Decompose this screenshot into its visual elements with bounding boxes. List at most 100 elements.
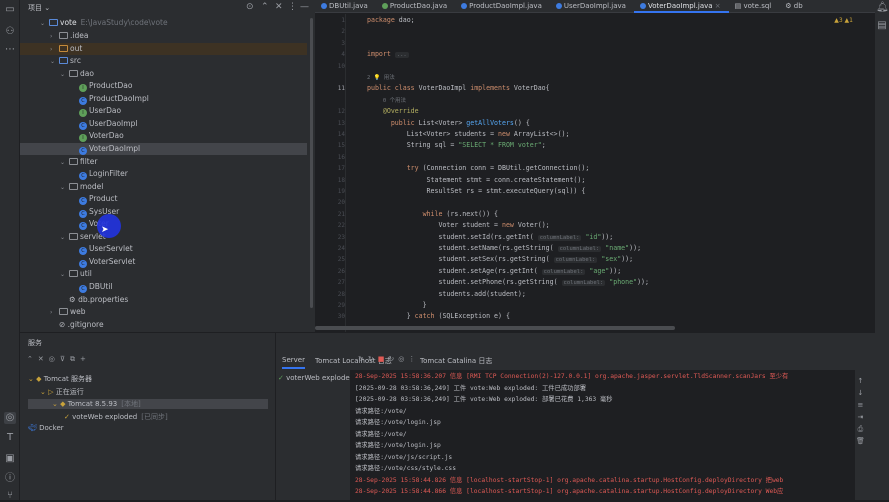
console-line: 请求路径:/vote/css/style.css: [355, 465, 457, 472]
console-output[interactable]: 28-Sep-2025 15:58:36.207 信息 [RMI TCP Con…: [350, 370, 855, 500]
code-line[interactable]: 0 个用法: [367, 96, 406, 104]
editor-tab[interactable]: VoterDaoImpl.java ×: [633, 0, 729, 13]
notifications-icon[interactable]: 🔔︎: [876, 2, 889, 14]
terminal-icon[interactable]: ▣: [4, 453, 16, 465]
service-tree-item[interactable]: ✓ voteWeb exploded [已同步]: [64, 412, 168, 422]
root-path: E:\JavaStudy\code\vote: [80, 18, 168, 27]
service-tab[interactable]: Server: [282, 356, 305, 369]
inspection-widget[interactable]: ▲3 ▲1: [834, 17, 853, 24]
services-icon[interactable]: ◎: [4, 412, 16, 424]
project-scrollbar[interactable]: [310, 18, 313, 308]
tree-item[interactable]: ⌄ src: [20, 55, 307, 67]
chevron-down-icon[interactable]: ⌄: [60, 157, 69, 169]
project-folder-icon[interactable]: ▭: [4, 4, 16, 16]
code-line[interactable]: students.add(student);: [367, 290, 525, 298]
tree-item[interactable]: ⌄ servlet: [20, 231, 307, 243]
chevron-down-icon[interactable]: ⌄: [60, 69, 69, 81]
service-tree-item[interactable]: ⌄ ▷ 正在运行: [40, 387, 84, 397]
service-tree-item[interactable]: ⌄ ◆ Tomcat 8.5.93 [本地]: [28, 399, 268, 410]
tree-item[interactable]: I ProductDao: [20, 80, 307, 93]
chevron-right-icon[interactable]: ›: [50, 44, 59, 56]
code-line[interactable]: ResultSet rs = stmt.executeQuery(sql)) {: [367, 187, 586, 195]
close-tab-icon[interactable]: ×: [713, 2, 721, 10]
editor-tab[interactable]: ProductDaoImpl.java: [455, 0, 550, 13]
code-line[interactable]: Statement stmt = conn.createStatement();: [367, 176, 586, 184]
tree-item[interactable]: ⌄ util: [20, 268, 307, 280]
tree-item[interactable]: C VoterServlet: [20, 256, 307, 268]
chevron-down-icon[interactable]: ⌄: [60, 269, 69, 281]
code-line[interactable]: import ...: [367, 50, 409, 59]
code-line[interactable]: 2 💡 用法: [367, 73, 395, 81]
tree-item[interactable]: C UserDaoImpl: [20, 118, 307, 130]
structure-icon[interactable]: ⚇: [4, 26, 16, 38]
tree-item[interactable]: C DBUtil: [20, 281, 307, 293]
code-line[interactable]: student.setSex(rs.getString( columnLabel…: [367, 255, 633, 264]
editor-tab[interactable]: DBUtil.java: [315, 0, 376, 13]
services-toolbar[interactable]: ⌃✕◎⊽⧉+: [27, 355, 91, 364]
tree-item[interactable]: C SysUser: [20, 206, 307, 218]
tree-item[interactable]: C UserServlet: [20, 243, 307, 256]
chevron-right-icon[interactable]: ›: [50, 307, 59, 319]
git-icon[interactable]: ⑂: [4, 490, 16, 502]
service-tree-item[interactable]: 🐳︎ Docker: [28, 424, 64, 432]
chevron-down-icon[interactable]: ⌄: [50, 56, 59, 68]
code-line[interactable]: package dao;: [367, 16, 415, 24]
service-tree-item[interactable]: ⌄ ◆ Tomcat 服务器: [28, 374, 92, 384]
collapse-all-icon[interactable]: ✕: [275, 2, 283, 12]
tree-item[interactable]: ⌄ model: [20, 181, 307, 193]
deployment-item[interactable]: ✓ voterWeb exploded: [278, 374, 354, 382]
tree-item[interactable]: ⊘ .gitignore: [20, 319, 307, 331]
chevron-right-icon[interactable]: ›: [50, 31, 59, 43]
editor-tab[interactable]: ⚙ db: [779, 0, 810, 13]
code-line[interactable]: try (Connection conn = DBUtil.getConnect…: [367, 164, 590, 172]
project-panel-title[interactable]: 项目: [28, 4, 42, 12]
editor-tab[interactable]: ProductDao.java: [376, 0, 455, 13]
tree-item[interactable]: C VoterDaoImpl: [20, 142, 307, 155]
chevron-down-icon[interactable]: ⌄: [60, 232, 69, 244]
options-icon[interactable]: ⋮: [288, 2, 297, 12]
code-line[interactable]: @Override: [367, 107, 419, 115]
code-line[interactable]: student.setPhone(rs.getString( columnLab…: [367, 278, 649, 287]
code-line[interactable]: String sql = "SELECT * FROM voter";: [367, 141, 546, 149]
tree-item[interactable]: C Product: [20, 193, 307, 206]
tree-item[interactable]: C LoginFilter: [20, 168, 307, 181]
expand-all-icon[interactable]: ⌃: [261, 2, 269, 12]
tree-item[interactable]: I UserDao: [20, 105, 307, 118]
console-toolbar[interactable]: ↻↻■↻◎⋮: [358, 355, 419, 363]
code-line[interactable]: public class VoterDaoImpl implements Vot…: [367, 84, 550, 92]
tree-item[interactable]: C ProductDaoImpl: [20, 93, 307, 105]
editor-hscrollbar[interactable]: [315, 326, 675, 330]
chevron-down-icon[interactable]: ⌄: [60, 182, 69, 194]
hide-icon[interactable]: —: [300, 2, 309, 12]
code-line[interactable]: while (rs.next()) {: [367, 210, 498, 218]
editor-tab[interactable]: UserDaoImpl.java: [550, 0, 634, 13]
tree-item[interactable]: ⚙ db.properties: [20, 294, 307, 306]
code-line[interactable]: List<Voter> students = new ArrayList<>()…: [367, 130, 570, 138]
console-side-actions[interactable]: ↑ ↓ ≡ ⇥ ⎙ 🗑︎: [856, 375, 865, 447]
code-line[interactable]: }: [367, 301, 427, 309]
tree-item[interactable]: I VoterDao: [20, 130, 307, 143]
code-line[interactable]: student.setName(rs.getString( columnLabe…: [367, 244, 641, 252]
build-icon[interactable]: T: [4, 432, 16, 444]
tree-root[interactable]: ⌄ vote E:\JavaStudy\code\vote: [20, 17, 307, 29]
code-line[interactable]: Voter student = new Voter();: [367, 221, 549, 229]
code-line[interactable]: student.setAge(rs.getInt( columnLabel: "…: [367, 267, 621, 275]
code-line[interactable]: student.setId(rs.getInt( columnLabel: "i…: [367, 233, 613, 241]
code-line[interactable]: public List<Voter> getAllVoters() {: [367, 119, 530, 127]
tree-item[interactable]: ⌄ filter: [20, 156, 307, 168]
code-line[interactable]: } catch (SQLException e) {: [367, 312, 510, 320]
tree-item[interactable]: ⌄ dao: [20, 68, 307, 80]
code-editor[interactable]: DBUtil.java ProductDao.java ProductDaoImpl…: [315, 0, 875, 332]
locate-icon[interactable]: ⊙: [246, 2, 254, 12]
problems-icon[interactable]: ⓘ: [4, 473, 16, 485]
line-number: 22: [337, 222, 345, 230]
tree-item[interactable]: CVoter: [20, 218, 307, 231]
service-tab[interactable]: Tomcat Catalina 日志: [420, 356, 492, 366]
database-icon[interactable]: ▤: [876, 20, 888, 32]
tree-item[interactable]: › web: [20, 306, 307, 318]
tab-label: db: [793, 2, 803, 10]
tree-item[interactable]: › .idea: [20, 30, 307, 42]
more-icon[interactable]: ⋯: [4, 44, 16, 56]
editor-tab[interactable]: ▤ vote.sql: [729, 0, 780, 13]
tree-item[interactable]: › out: [20, 42, 307, 56]
